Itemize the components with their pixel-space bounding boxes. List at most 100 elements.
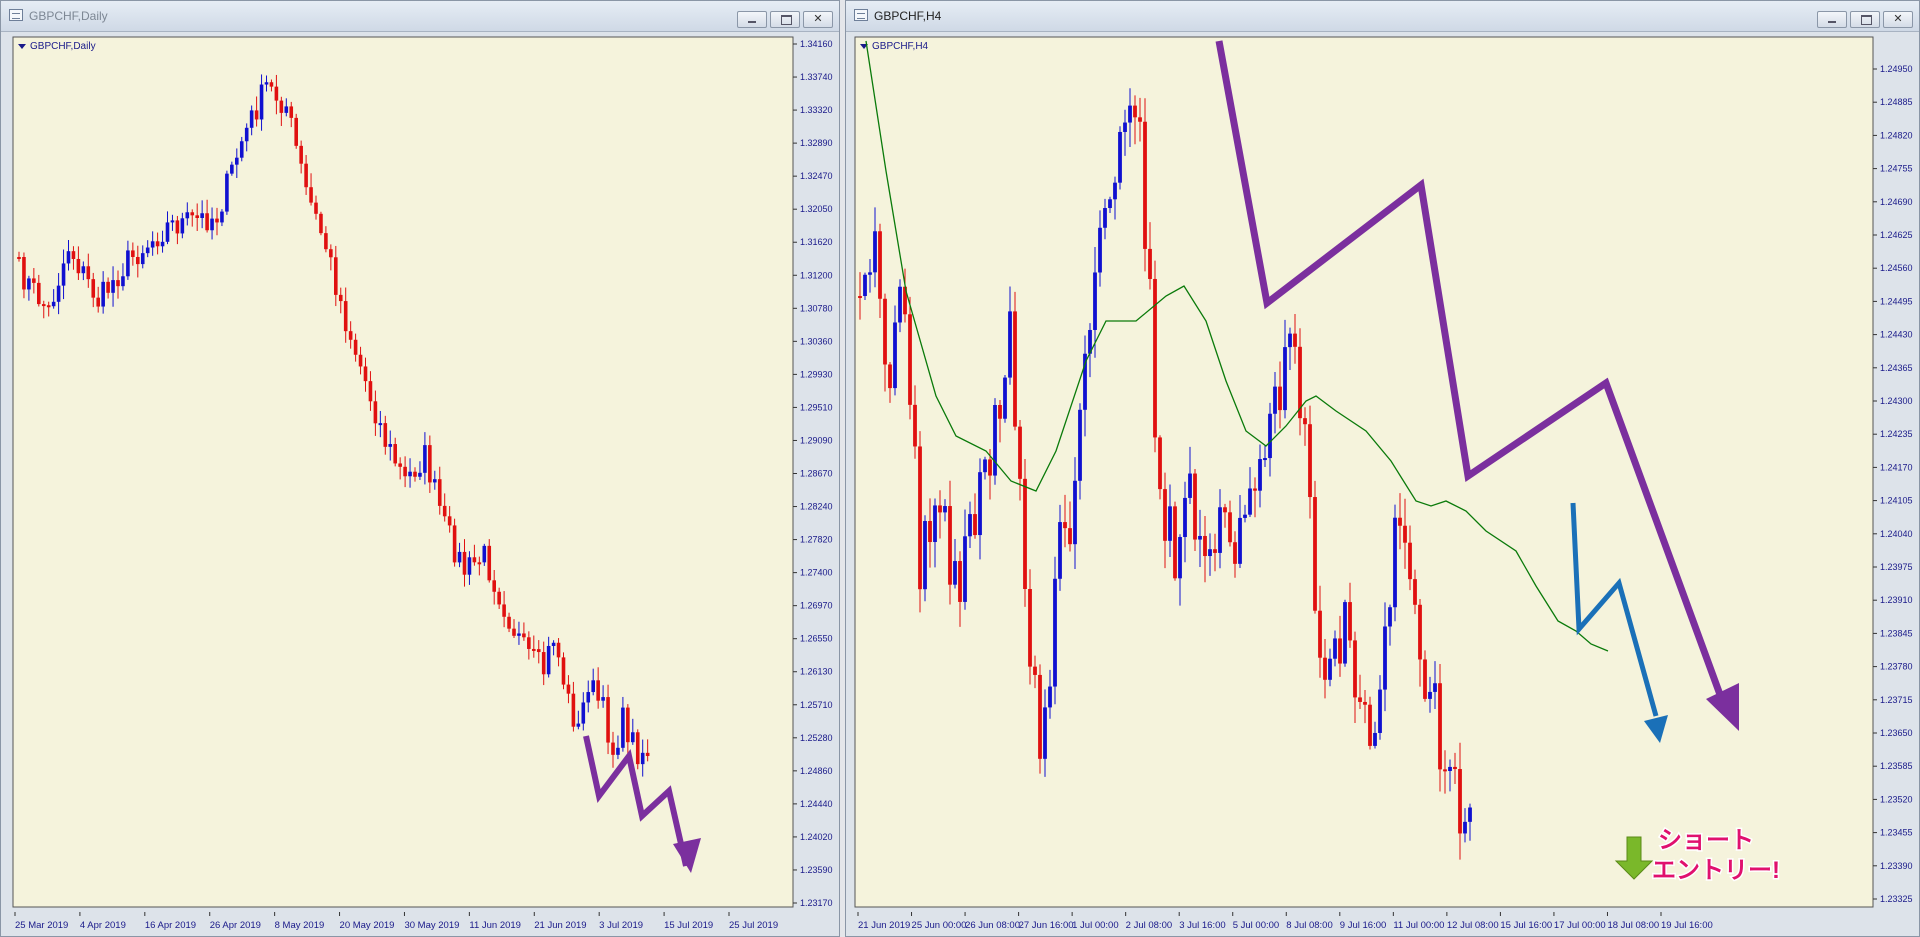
candle-body — [477, 562, 482, 565]
candle-body — [1338, 638, 1342, 664]
candle-body — [527, 637, 531, 649]
candle-body — [447, 516, 452, 526]
annotation-line-2: エントリー! — [1652, 857, 1780, 884]
candle-body — [1123, 122, 1127, 132]
candle-body — [482, 545, 487, 563]
candle-body — [343, 301, 348, 332]
candle-body — [1313, 497, 1317, 611]
time-tick-label: 9 Jul 16:00 — [1340, 920, 1386, 931]
candle-body — [442, 505, 447, 517]
price-tick-label: 1.24430 — [1880, 330, 1913, 340]
plot-area[interactable] — [12, 36, 794, 908]
price-tick-label: 1.24020 — [800, 832, 833, 842]
candle-body — [918, 446, 922, 590]
candle-body — [428, 445, 432, 483]
candle-body — [858, 296, 862, 299]
candle-body — [517, 633, 521, 636]
candle-body — [561, 657, 566, 685]
price-tick-label: 1.34160 — [800, 39, 833, 49]
candle-body — [1293, 333, 1297, 347]
candle-body — [284, 106, 289, 113]
candle-body — [239, 141, 244, 158]
candle-body — [334, 257, 338, 295]
time-tick-label: 21 Jun 2019 — [534, 920, 586, 931]
candle-body — [368, 381, 373, 402]
candle-body — [150, 241, 155, 248]
candle-body — [1033, 666, 1037, 675]
price-tick-label: 1.24300 — [1880, 396, 1913, 406]
candle-body — [126, 250, 130, 277]
time-tick-label: 15 Jul 16:00 — [1500, 920, 1552, 931]
time-tick-label: 27 Jun 16:00 — [1019, 920, 1074, 931]
candle-body — [338, 294, 343, 302]
candle-body — [948, 506, 952, 585]
maximize-button[interactable] — [770, 11, 800, 28]
candle-body — [1438, 683, 1442, 770]
candle-body — [1318, 610, 1322, 658]
candle-body — [1183, 497, 1187, 538]
candle-body — [1448, 766, 1452, 772]
candle-body — [1098, 227, 1102, 273]
candle-body — [973, 514, 977, 536]
price-tick-label: 1.28670 — [800, 469, 833, 479]
candle-body — [522, 633, 526, 638]
candle-body — [215, 218, 219, 223]
candle-body — [1058, 522, 1062, 579]
close-button[interactable]: ✕ — [1883, 11, 1913, 28]
candle-body — [601, 697, 605, 701]
candle-body — [983, 459, 987, 473]
candle-body — [452, 525, 457, 563]
candle-body — [1243, 514, 1247, 518]
price-tick-label: 1.24755 — [1880, 164, 1913, 174]
close-icon: ✕ — [1893, 13, 1903, 25]
price-tick-label: 1.32470 — [800, 171, 833, 181]
candle-body — [893, 322, 897, 389]
candle-body — [556, 642, 561, 658]
annotation-line-1: ショート — [1658, 827, 1754, 854]
chart-window-daily[interactable]: GBPCHF,Daily ✕ GBPCHF,Daily 1.34160 1.337… — [0, 0, 840, 937]
price-tick-label: 1.24495 — [1880, 296, 1913, 306]
chart-window-h4[interactable]: GBPCHF,H4 ✕ GBPCHF,H4 1.24950 1.24885 1.24… — [845, 0, 1920, 937]
price-tick-label: 1.24170 — [1880, 462, 1913, 472]
candle-body — [1113, 182, 1117, 200]
candle-body — [1428, 691, 1432, 699]
time-tick-label: 26 Apr 2019 — [210, 920, 261, 931]
candle-body — [408, 471, 412, 477]
close-button[interactable]: ✕ — [803, 11, 833, 28]
candle-body — [1388, 607, 1392, 627]
price-chart-daily[interactable]: GBPCHF,Daily 1.34160 1.33740 1.33320 1.3289… — [1, 31, 839, 936]
candle-body — [923, 521, 927, 590]
candle-body — [462, 551, 467, 575]
time-tick-label: 26 Jun 08:00 — [965, 920, 1020, 931]
maximize-button[interactable] — [1850, 11, 1880, 28]
candle-body — [873, 231, 877, 273]
minimize-button[interactable] — [737, 11, 767, 28]
candle-body — [898, 286, 902, 323]
minimize-button[interactable] — [1817, 11, 1847, 28]
symbol-label: GBPCHF,H4 — [872, 41, 929, 52]
time-tick-label: 25 Jun 00:00 — [912, 920, 967, 931]
candle-body — [373, 401, 378, 424]
plot-area[interactable] — [854, 36, 1874, 908]
candle-body — [546, 645, 551, 675]
time-tick-label: 2 Jul 08:00 — [1126, 920, 1172, 931]
candle-body — [472, 557, 477, 563]
candle-body — [467, 557, 472, 575]
candle-body — [1038, 674, 1042, 759]
window-title: GBPCHF,Daily — [29, 9, 108, 23]
candle-body — [1423, 659, 1427, 699]
candle-body — [324, 233, 328, 250]
candle-body — [1213, 549, 1217, 553]
candle-body — [640, 752, 645, 765]
title-bar[interactable]: GBPCHF,H4 ✕ — [846, 1, 1919, 32]
candle-body — [1358, 697, 1362, 702]
title-bar[interactable]: GBPCHF,Daily ✕ — [1, 1, 839, 32]
candle-body — [393, 444, 397, 464]
price-tick-label: 1.25280 — [800, 733, 833, 743]
candle-body — [274, 86, 279, 101]
candle-body — [1443, 769, 1447, 772]
window-app-icon — [854, 9, 868, 21]
candle-body — [878, 231, 882, 299]
price-chart-h4[interactable]: GBPCHF,H4 1.24950 1.24885 1.24820 1.24755 1.… — [846, 31, 1919, 936]
candle-body — [1393, 517, 1397, 608]
